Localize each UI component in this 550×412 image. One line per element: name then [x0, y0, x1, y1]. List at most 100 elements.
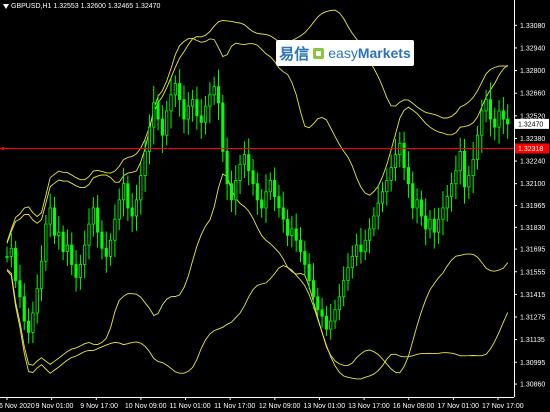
candle-body: [61, 231, 65, 252]
price-tick-label: 1.32100: [520, 181, 545, 188]
symbol-info-bar: GBPUSD,H1 1.32553 1.32600 1.32465 1.3247…: [3, 3, 160, 10]
candle-body: [165, 110, 169, 136]
candle-body: [303, 251, 307, 265]
candle-body: [380, 191, 385, 204]
price-tick-label: 1.33080: [520, 23, 545, 30]
candle-body: [208, 94, 212, 107]
candle-body: [428, 218, 432, 230]
candle-body: [264, 191, 268, 209]
candle-body: [117, 199, 121, 220]
time-tick-label: 17 Nov 01:00: [437, 403, 479, 410]
candle-body: [320, 309, 324, 317]
candle-body: [70, 244, 74, 265]
price-tick-label: 1.31830: [520, 225, 545, 232]
candle-body: [195, 99, 199, 117]
bollinger-band-lo-40: [6, 264, 509, 380]
logo-mark-icon: [313, 47, 325, 59]
candle-body: [18, 280, 22, 298]
candle-body: [255, 183, 259, 201]
candle-body: [234, 180, 238, 201]
candle-body: [350, 256, 354, 269]
current-price-label: 1.32470: [518, 121, 543, 128]
candle-body: [78, 264, 82, 278]
candle-body: [298, 239, 303, 252]
price-tick-label: 1.32380: [520, 136, 545, 143]
time-tick-label: 17 Nov 17:00: [482, 403, 524, 410]
candle-body: [35, 288, 39, 314]
candle-body: [225, 150, 229, 185]
candle-body: [480, 110, 484, 136]
candle-body: [57, 231, 61, 236]
candle-body: [139, 175, 143, 201]
candle-body: [493, 118, 497, 128]
time-tick-label: 6 Nov 2020: [0, 403, 35, 410]
price-tick-label: 1.31135: [520, 337, 545, 344]
candle-body: [359, 244, 363, 252]
logo-english-text: easyMarkets: [328, 45, 411, 61]
price-tick-label: 1.32240: [520, 159, 545, 166]
candle-body: [355, 244, 359, 257]
candle-body: [130, 207, 134, 217]
time-tick-label: 12 Nov 09:00: [259, 403, 301, 410]
chart-window[interactable]: 1.33080 1.32940 1.32800 1.32660 1.32520 1.323…: [0, 0, 550, 412]
candle-body: [467, 175, 471, 188]
time-tick-label: 13 Nov 01:00: [303, 403, 345, 410]
candle-body: [238, 163, 242, 181]
price-tick-label: 1.32660: [520, 91, 545, 98]
candle-body: [475, 134, 480, 160]
candle-body: [441, 207, 445, 220]
price-tick-label: 1.32800: [520, 68, 545, 75]
candle-body: [212, 86, 216, 96]
candle-body: [173, 83, 177, 96]
candle-body: [437, 218, 441, 233]
price-chart[interactable]: 1.330801.329401.328001.326601.325201.323…: [0, 0, 550, 412]
candle-body: [337, 296, 341, 311]
candle-body: [346, 267, 350, 282]
candle-body: [484, 99, 488, 112]
candle-body: [156, 102, 160, 120]
time-tick-label: 11 Nov 17:00: [214, 403, 255, 410]
candle-body: [143, 150, 147, 177]
time-tick-label: 16 Nov 09:00: [393, 403, 435, 410]
candle-body: [52, 207, 57, 236]
candle-body: [152, 102, 156, 128]
candle-body: [324, 315, 328, 330]
time-tick-label: 13 Nov 17:00: [348, 403, 390, 410]
candle-body: [307, 264, 311, 282]
symbol-info-text: GBPUSD,H1 1.32553 1.32600 1.32465 1.3247…: [11, 3, 161, 10]
candle-body: [147, 126, 152, 152]
price-tick-label: 1.31415: [520, 292, 545, 299]
candle-body: [424, 215, 428, 230]
candle-body: [134, 199, 139, 217]
candle-body: [199, 115, 203, 123]
red-line-price-label: 1.32318: [518, 146, 543, 153]
candle-body: [203, 105, 208, 123]
dropdown-triangle-icon[interactable]: [3, 3, 9, 9]
candle-body: [454, 170, 458, 185]
candle-body: [121, 183, 126, 201]
logo-chinese-text: 易信: [279, 44, 310, 63]
candle-body: [260, 199, 264, 209]
candle-body: [419, 199, 423, 217]
candle-body: [65, 244, 70, 252]
candle-body: [100, 231, 104, 249]
candle-body: [87, 223, 91, 246]
candle-body: [216, 86, 221, 104]
candle-body: [242, 154, 246, 165]
candle-body: [294, 228, 298, 241]
candle-body: [74, 264, 78, 278]
broker-logo: 易信 easyMarkets: [276, 40, 414, 66]
candle-body: [497, 110, 501, 128]
candle-body: [48, 207, 52, 225]
candle-body: [406, 167, 410, 185]
candle-body: [39, 260, 44, 290]
price-tick-label: 1.30995: [520, 360, 545, 367]
candle-body: [385, 180, 389, 193]
candle-body: [113, 218, 117, 241]
candle-body: [393, 154, 398, 168]
price-tick-label: 1.31555: [520, 269, 545, 276]
candle-body: [26, 320, 31, 333]
price-level-handle-icon[interactable]: [1, 146, 5, 150]
candle-body: [268, 180, 272, 193]
candle-body: [376, 202, 380, 217]
